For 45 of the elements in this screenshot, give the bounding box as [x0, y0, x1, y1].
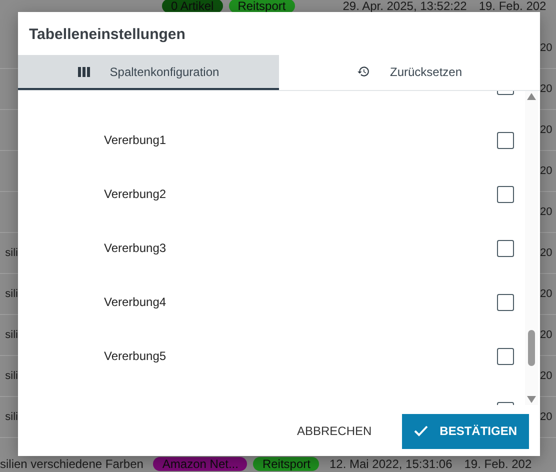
checkbox[interactable]: [497, 132, 514, 148]
scroll-thumb[interactable]: [528, 330, 535, 366]
table-cell: sili: [5, 288, 18, 300]
table-cell: 20: [540, 165, 552, 177]
tag: Reitsport: [228, 0, 295, 13]
column-label: Vererbung5: [104, 349, 168, 363]
columns-icon: [78, 66, 90, 76]
checkbox[interactable]: [497, 294, 514, 310]
confirm-button[interactable]: BESTÄTIGEN: [402, 414, 529, 448]
table-cell: 20: [540, 247, 552, 259]
table-cell: 20: [540, 206, 552, 218]
tab[interactable]: Spaltenkonfiguration: [18, 55, 279, 90]
cancel-button[interactable]: ABBRECHEN: [284, 414, 384, 448]
table-cell: sili: [5, 329, 18, 341]
column-label: Vererbung1: [104, 133, 168, 147]
table-cell: 20: [540, 42, 552, 54]
table-cell: 20: [540, 329, 552, 341]
table-cell: 20: [540, 370, 552, 382]
table-cell: sili: [5, 370, 18, 382]
column-label: Vererbung3: [104, 241, 168, 255]
date-text: 19. Feb. 202: [478, 0, 546, 13]
table-cell: 20: [540, 288, 552, 300]
tag: Amazon Net...: [153, 457, 248, 471]
table-cell: sili: [5, 247, 18, 259]
dialog-title: Tabelleneinstellungen: [28, 25, 186, 45]
table-cell: 20: [540, 83, 552, 95]
tag: Reitsport: [253, 457, 320, 471]
scrollbar[interactable]: [525, 91, 538, 405]
date-text: 19. Feb. 202: [464, 457, 532, 471]
tag: 0 Artikel: [162, 0, 223, 13]
table-cell: sili: [5, 411, 18, 423]
checkbox[interactable]: [497, 348, 514, 364]
check-icon: [414, 425, 428, 437]
scroll-up-icon[interactable]: [527, 93, 536, 100]
table-cell: 20: [540, 124, 552, 136]
history-icon: [356, 65, 370, 78]
checkbox[interactable]: [497, 186, 514, 202]
column-label: Vererbung4: [104, 295, 168, 309]
table-cell: 20: [540, 411, 552, 423]
checkbox[interactable]: [497, 240, 514, 256]
scroll-down-icon[interactable]: [527, 396, 536, 403]
column-label: Vererbung2: [104, 187, 168, 201]
date-text: 12. Mai 2022, 15:31:06: [329, 457, 452, 471]
date-text: 29. Apr. 2025, 13:52:22: [342, 0, 467, 13]
table-cell: silien verschiedene Farben: [0, 457, 144, 471]
